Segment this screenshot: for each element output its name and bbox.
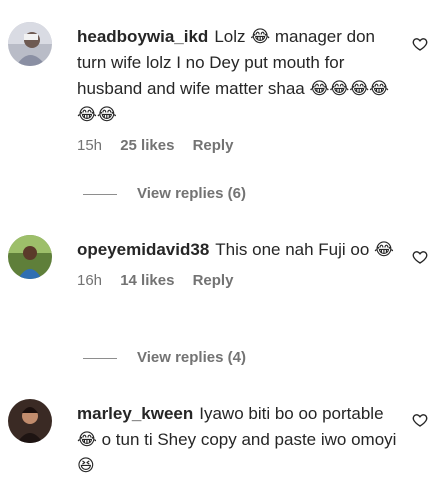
- reply-button[interactable]: Reply: [193, 137, 234, 154]
- comment-username[interactable]: headboywia_ikd: [77, 27, 208, 46]
- comment-time: 16h: [77, 272, 103, 289]
- divider-line: [83, 357, 117, 359]
- comment-username[interactable]: marley_kween: [77, 404, 193, 423]
- avatar[interactable]: [8, 22, 52, 66]
- comment-text: opeyemidavid38 This one nah Fuji oo 😂: [77, 237, 397, 263]
- reply-button[interactable]: Reply: [193, 272, 234, 289]
- view-replies-button[interactable]: View replies (6): [83, 184, 246, 204]
- likes-count[interactable]: 14 likes: [120, 272, 174, 289]
- heart-outline-icon[interactable]: [412, 412, 428, 428]
- view-replies-label: View replies (6): [137, 185, 246, 202]
- view-replies-button[interactable]: View replies (4): [83, 348, 246, 368]
- heart-outline-icon[interactable]: [412, 36, 428, 52]
- comment-username[interactable]: opeyemidavid38: [77, 240, 209, 259]
- comment-meta: 16h 14 likes Reply: [77, 271, 397, 291]
- view-replies-label: View replies (4): [137, 349, 246, 366]
- comment-body: This one nah Fuji oo 😂: [215, 240, 394, 259]
- comment-time: 15h: [77, 137, 103, 154]
- likes-count[interactable]: 25 likes: [120, 137, 174, 154]
- avatar[interactable]: [8, 399, 52, 443]
- comment-text: marley_kween Iyawo biti bo oo portable 😂 …: [77, 401, 397, 479]
- comment-text: headboywia_ikd Lolz 😂 manager don turn wi…: [77, 24, 397, 128]
- avatar[interactable]: [8, 235, 52, 279]
- comment-meta: 15h 25 likes Reply: [77, 136, 397, 156]
- heart-outline-icon[interactable]: [412, 249, 428, 265]
- divider-line: [83, 193, 117, 195]
